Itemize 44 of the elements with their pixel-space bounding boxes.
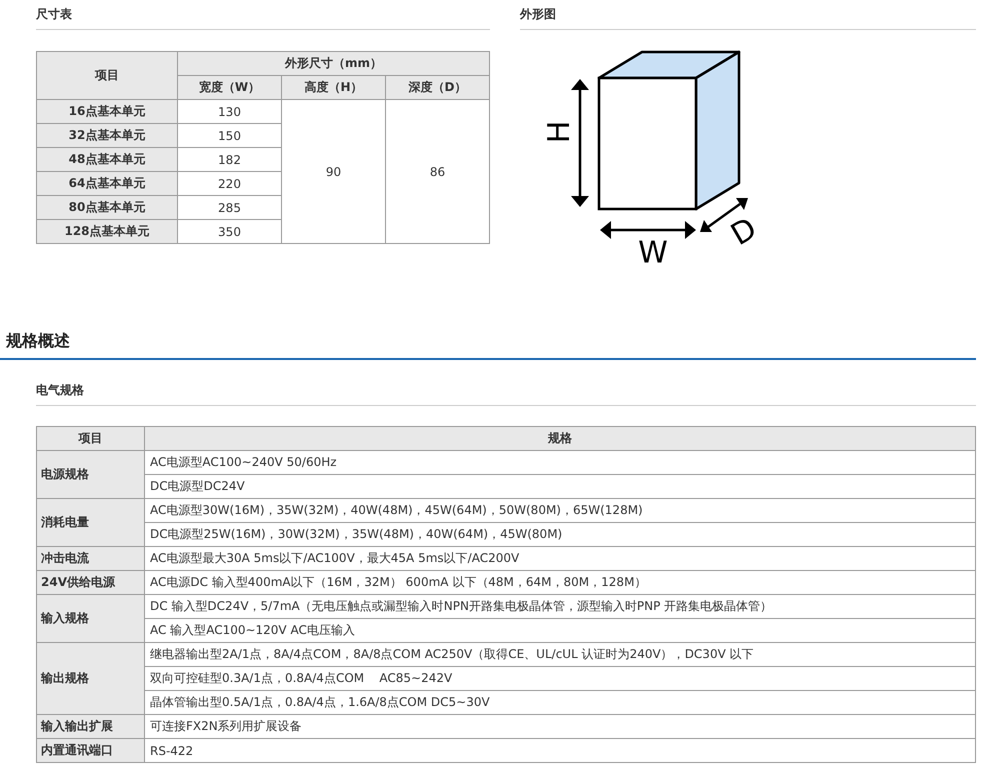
row-header: 32点基本单元 bbox=[36, 124, 178, 148]
table-header: 外形尺寸（mm） bbox=[178, 52, 490, 76]
table-cell: AC 输入型AC100~120V AC电压输入 bbox=[144, 618, 976, 642]
row-header: 电源规格 bbox=[36, 450, 144, 498]
table-cell: DC电源型DC24V bbox=[144, 474, 976, 498]
table-cell: 可连接FX2N系列用扩展设备 bbox=[144, 714, 976, 738]
row-header: 输入输出扩展 bbox=[36, 714, 144, 738]
table-header: 宽度（W） bbox=[178, 76, 282, 100]
row-header: 内置通讯端口 bbox=[36, 738, 144, 762]
width-label: W bbox=[638, 236, 668, 270]
row-header: 64点基本单元 bbox=[36, 172, 178, 196]
depth-label: D bbox=[725, 211, 763, 253]
table-cell: AC电源型最大30A 5ms以下/AC100V，最大45A 5ms以下/AC200V bbox=[144, 546, 976, 570]
table-cell: 130 bbox=[178, 100, 282, 124]
row-header: 128点基本单元 bbox=[36, 220, 178, 244]
table-header: 规格 bbox=[144, 426, 976, 450]
table-header: 深度（D） bbox=[386, 76, 490, 100]
table-cell: 双向可控硅型0.3A/1点，0.8A/4点COM AC85~242V bbox=[144, 666, 976, 690]
row-header: 输出规格 bbox=[36, 642, 144, 714]
row-header: 80点基本单元 bbox=[36, 196, 178, 220]
section-title: 尺寸表 bbox=[36, 7, 72, 21]
row-header: 48点基本单元 bbox=[36, 148, 178, 172]
table-cell: AC电源型30W(16M)，35W(32M)，40W(48M)，45W(64M)，50W(80M)，65W(128M) bbox=[144, 498, 976, 522]
table-header: 项目 bbox=[36, 52, 178, 100]
table-cell: 继电器输出型2A/1点，8A/4点COM，8A/8点COM AC250V（取得CE、UL/cUL 认证时为240V），DC30V 以下 bbox=[144, 642, 976, 666]
table-cell: RS-422 bbox=[144, 738, 976, 762]
row-header: 冲击电流 bbox=[36, 546, 144, 570]
table-cell: 90 bbox=[282, 100, 386, 244]
table-cell: 晶体管输出型0.5A/1点，0.8A/4点，1.6A/8点COM DC5~30V bbox=[144, 690, 976, 714]
section-title: 电气规格 bbox=[36, 383, 84, 397]
table-cell: AC电源型AC100~240V 50/60Hz bbox=[144, 450, 976, 474]
table-cell: 86 bbox=[386, 100, 490, 244]
row-header: 24V供给电源 bbox=[36, 570, 144, 594]
height-label: H bbox=[542, 120, 577, 144]
table-cell: AC电源DC 输入型400mA以下（16M，32M） 600mA 以下（48M，64M，80M，128M） bbox=[144, 570, 976, 594]
table-cell: DC 输入型DC24V，5/7mA（无电压触点或漏型输入时NPN开路集电极晶体管，源型输入时PNP 开路集电极晶体管） bbox=[144, 594, 976, 618]
section-title: 外形图 bbox=[520, 7, 556, 21]
row-header: 16点基本单元 bbox=[36, 100, 178, 124]
section-heading: 规格概述 bbox=[0, 331, 976, 360]
row-header: 输入规格 bbox=[36, 594, 144, 642]
table-header: 高度（H） bbox=[282, 76, 386, 100]
row-header: 消耗电量 bbox=[36, 498, 144, 546]
table-header: 项目 bbox=[36, 426, 144, 450]
table-cell: DC电源型25W(16M)，30W(32M)，35W(48M)，40W(64M)，45W(80M) bbox=[144, 522, 976, 546]
